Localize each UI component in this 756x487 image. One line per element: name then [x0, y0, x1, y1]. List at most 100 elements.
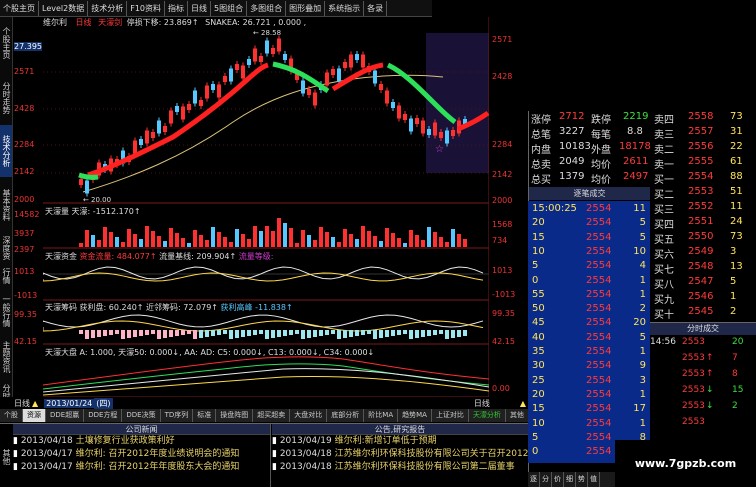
current-price-label: 27.395: [14, 42, 42, 51]
chip-tick-right: 99.35: [492, 309, 515, 318]
trade-row: 20 2554 5: [532, 217, 646, 229]
trades-header: 逐笔成交: [529, 187, 650, 200]
news-item[interactable]: ▮ 2013/04/17 维尔利: 召开2012年年度股东大会的通知: [13, 461, 270, 474]
deal-row: 2553 ↓ 15: [682, 385, 744, 395]
snake-label: SNAKEA:: [205, 18, 241, 27]
news-side-tab[interactable]: 其他: [0, 432, 12, 482]
toolbar-stock-home[interactable]: 个股主页: [0, 0, 39, 16]
trade-row: 30 2554 9: [532, 360, 646, 372]
tab-dde-win[interactable]: DDE超赢: [46, 409, 85, 422]
toolbar-tech-analysis[interactable]: 技术分析: [88, 0, 128, 16]
tab-dde-dec[interactable]: DDE决策: [122, 409, 161, 422]
price-tick: 2000: [14, 195, 35, 204]
tab-td[interactable]: TD序列: [161, 409, 194, 422]
side-tab[interactable]: 细: [564, 472, 576, 487]
left-tab-theme-news[interactable]: 主题资讯: [0, 335, 12, 379]
trade-row: 50 2554 2: [532, 303, 646, 315]
cursor-weekday: (四): [94, 397, 113, 409]
top-toolbar: 个股主页 Level2数据 技术分析 F10资料 指标 日线 5图组合 多图组合…: [0, 0, 432, 17]
left-tab-general-market[interactable]: 一般行情: [0, 289, 12, 333]
warn-icon: ▲: [32, 398, 39, 408]
news-item[interactable]: ▮ 2013/04/19 维尔利:新增订单低于预期: [272, 435, 528, 448]
toolbar-indicator[interactable]: 指标: [165, 0, 188, 16]
tab-step-ma[interactable]: 阶比MA: [364, 409, 399, 422]
left-tab-timeshare[interactable]: 分时走势: [0, 73, 12, 123]
vol-axis-tick: 14582: [14, 210, 40, 219]
side-tab[interactable]: 分: [540, 472, 552, 487]
trade-row: 35 2554 1: [532, 346, 646, 357]
news-item[interactable]: ▮ 2013/04/18 土壤修复行业获政策利好: [13, 435, 270, 448]
trade-row: 10 2554 1: [532, 417, 646, 429]
left-tab-tech-analysis[interactable]: 技术分析: [0, 125, 12, 177]
tab-dde-eq[interactable]: DDE方程: [84, 409, 123, 422]
left-vertical-tabs: 个股主页 分时走势 技术分析 基本资料 深度资料 行情 一般行情 主题资讯 分时…: [0, 17, 13, 422]
quote-row: 内盘 10183 外盘 18178: [531, 141, 651, 156]
kline-chart[interactable]: ☆ ← 28.58 ← 20.00 天濛量 天濛: -1512.170↑ 天濛资…: [43, 17, 489, 411]
price-tick-right: 2284: [492, 140, 513, 149]
fund-tick-right: 1013: [492, 266, 513, 275]
company-news-header: 公司新闻: [13, 424, 270, 435]
price-tick: 2428: [14, 104, 35, 113]
trade-row: 40 2554 5: [532, 331, 646, 343]
toolbar-overlay[interactable]: 图形叠加: [286, 0, 326, 16]
quote-row: 总笔 3227 每笔 8.8: [531, 126, 643, 141]
company-news-pane: 公司新闻 ▮ 2013/04/18 土壤修复行业获政策利好 ▮ 2013/04/…: [13, 424, 271, 487]
trade-row: 15 2554 17: [532, 403, 646, 415]
orderbook-row: 买七 2548 13: [654, 261, 743, 276]
toolbar-level2[interactable]: Level2数据: [39, 0, 89, 16]
left-tab-market[interactable]: 行情: [0, 265, 12, 287]
news-area: 其他 公司新闻 ▮ 2013/04/18 土壤修复行业获政策利好 ▮ 2013/…: [0, 423, 528, 487]
trade-row: 25 2554 3: [532, 374, 646, 386]
snake-value: 26.721: [242, 18, 271, 27]
market-tick-right: 0.00: [492, 384, 510, 393]
stock-terminal-window: 个股主页 Level2数据 技术分析 F10资料 指标 日线 5图组合 多图组合…: [0, 0, 756, 487]
tab-trend-ma[interactable]: 趋势MA: [398, 409, 432, 422]
tab-overbought[interactable]: 超买超卖: [253, 409, 291, 422]
tick-trades-list[interactable]: 15:00:25 2554 11 20 2554 5 15 2554 5 10 2554 10 5 255…: [528, 201, 650, 463]
price-tick-right: 2000: [492, 196, 513, 205]
tab-bottom[interactable]: 底部分析: [327, 409, 365, 422]
high-label-arrow: ←: [253, 29, 259, 37]
chart-info-bar: 维尔利 日线 天濛剑 停损下移: 23.869↑ SNAKEA: 26.721 …: [43, 17, 426, 30]
chip-tick-right: 42.15: [492, 337, 515, 346]
tab-resource[interactable]: 资源: [23, 409, 46, 422]
timeshare-deals: 分时成交 14:56 2553 20 2553 ↑ 7 2553 ↑ 8 2553 ↓ 15 2553 ↓…: [650, 322, 756, 452]
toolbar-system[interactable]: 系统指示: [325, 0, 365, 16]
chip-axis-tick: 99.35: [14, 310, 37, 319]
stop-value: 23.869↑: [163, 18, 199, 27]
tab-sh-compare[interactable]: 上证对比: [432, 409, 469, 422]
fund-tick-right: -1013: [492, 290, 516, 299]
tab-other[interactable]: 其他: [506, 409, 529, 422]
toolbar-multichart[interactable]: 多图组合: [247, 0, 287, 16]
tab-stock[interactable]: 个股: [0, 409, 23, 422]
left-tab-basic-info[interactable]: 基本资料: [0, 179, 12, 231]
side-tab[interactable]: 逐: [528, 472, 540, 487]
left-tab-stock-home[interactable]: 个股主页: [0, 19, 12, 67]
toolbar-record[interactable]: 各录: [364, 0, 388, 16]
deal-row: 2553: [682, 417, 705, 427]
tab-standard[interactable]: 标准: [193, 409, 217, 422]
market-panel-title: 天濛大盘 A: 1.000, 天濛50: 0.000↓, AA: AD: C5:…: [45, 347, 374, 357]
price-tick-right: 2142: [492, 170, 513, 179]
trade-row: 55 2554 1: [532, 288, 646, 300]
left-tab-deep-info[interactable]: 深度资料: [0, 233, 12, 263]
tab-tianmeng[interactable]: 天濛分析: [469, 409, 506, 422]
deal-row: 2553 ↑ 7: [682, 353, 738, 363]
toolbar-5chart[interactable]: 5图组合: [211, 0, 248, 16]
side-tab[interactable]: 势: [576, 472, 588, 487]
news-item[interactable]: ▮ 2013/04/18 江苏维尔利环保科技股份有限公司第二届董事: [272, 461, 528, 474]
price-tick: 2142: [14, 167, 35, 176]
stock-name: 维尔利: [43, 18, 67, 27]
news-item[interactable]: ▮ 2013/04/17 维尔利: 召开2012年度业绩说明会的通知: [13, 448, 270, 461]
side-tab[interactable]: 值: [588, 472, 600, 487]
tab-trade-map[interactable]: 操盘阵图: [216, 409, 254, 422]
warn-icon: ▲: [519, 398, 526, 408]
orderbook-row: 卖四 2558 73: [654, 111, 743, 126]
side-tab[interactable]: 价: [552, 472, 564, 487]
toolbar-daily[interactable]: 日线: [188, 0, 211, 16]
news-item[interactable]: ▮ 2013/04/18 江苏维尔利环保科技股份有限公司关于召开2012: [272, 448, 528, 461]
tab-market-compare[interactable]: 大盘对比: [290, 409, 328, 422]
toolbar-f10[interactable]: F10资料: [127, 0, 165, 16]
orderbook-row: 买九 2546 1: [654, 291, 737, 306]
chip-axis-tick: 42.15: [14, 337, 37, 346]
